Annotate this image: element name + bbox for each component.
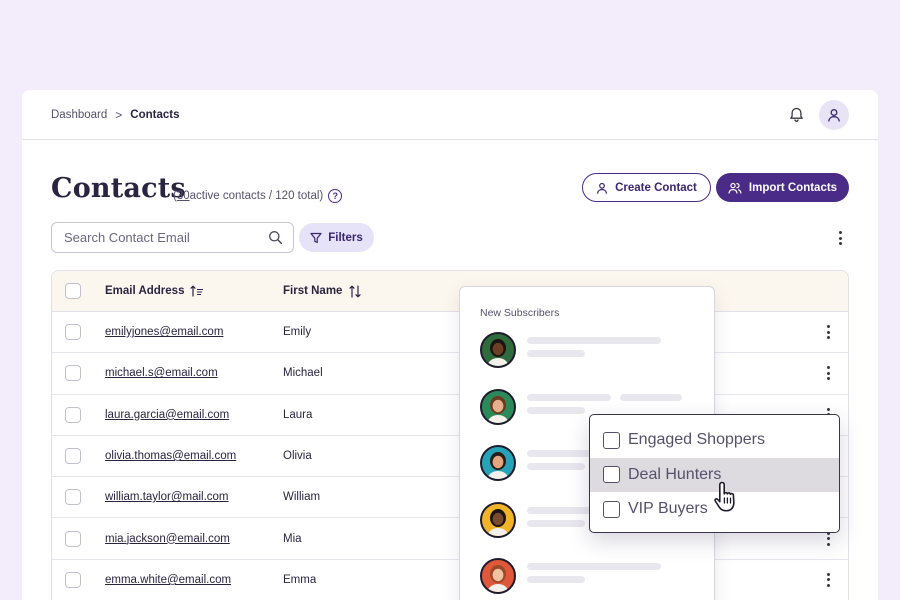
- filters-button[interactable]: Filters: [299, 223, 374, 252]
- first-name-cell: Emily: [283, 326, 312, 339]
- group-label: VIP Buyers: [628, 500, 708, 517]
- create-contact-label: Create Contact: [615, 181, 697, 194]
- email-link[interactable]: mia.jackson@email.com: [105, 533, 230, 545]
- row-checkbox[interactable]: [65, 530, 81, 547]
- first-name-cell: Michael: [283, 367, 323, 380]
- subscribers-title: New Subscribers: [480, 307, 560, 319]
- row-more-icon[interactable]: [823, 531, 833, 547]
- placeholder-bar: [527, 519, 585, 527]
- bell-icon[interactable]: [787, 106, 805, 124]
- table-row[interactable]: emilyjones@email.com Emily: [52, 312, 848, 354]
- subscriber-item: [480, 332, 700, 372]
- group-checkbox[interactable]: [603, 500, 620, 518]
- email-link[interactable]: laura.garcia@email.com: [105, 409, 229, 421]
- user-icon: [597, 182, 608, 194]
- placeholder-bar: [527, 393, 611, 401]
- profile-button[interactable]: [819, 99, 849, 130]
- breadcrumb-dashboard[interactable]: Dashboard: [51, 109, 107, 121]
- active-count-link[interactable]: 30: [177, 190, 190, 202]
- top-bar: Dashboard > Contacts: [22, 90, 878, 140]
- breadcrumb-separator: >: [115, 107, 123, 122]
- subscriber-item: [480, 558, 700, 598]
- group-checkbox[interactable]: [603, 431, 620, 449]
- filter-icon: [310, 232, 322, 243]
- row-checkbox[interactable]: [65, 406, 81, 423]
- first-name-cell: Laura: [283, 408, 313, 421]
- placeholder-bar: [620, 393, 682, 401]
- group-option[interactable]: Engaged Shoppers: [590, 423, 839, 457]
- sort-asc-icon[interactable]: [190, 285, 204, 297]
- first-name-cell: Emma: [283, 573, 317, 586]
- avatar: [480, 445, 516, 481]
- group-checkbox[interactable]: [603, 466, 620, 483]
- group-label: Engaged Shoppers: [628, 431, 765, 448]
- first-name-cell: Mia: [283, 532, 302, 545]
- email-link[interactable]: olivia.thomas@email.com: [105, 450, 236, 462]
- pointer-cursor-icon: [714, 481, 735, 512]
- row-checkbox[interactable]: [65, 571, 81, 588]
- import-contacts-button[interactable]: Import Contacts: [716, 173, 849, 202]
- email-link[interactable]: william.taylor@mail.com: [105, 491, 229, 503]
- placeholder-bar: [527, 337, 661, 344]
- import-contacts-label: Import Contacts: [748, 181, 838, 194]
- filters-label: Filters: [328, 231, 363, 244]
- create-contact-button[interactable]: Create Contact: [582, 173, 711, 202]
- row-checkbox[interactable]: [65, 365, 81, 382]
- contact-count: (30 active contacts / 120 total) ?: [173, 189, 343, 203]
- avatar: [480, 558, 516, 594]
- help-icon[interactable]: ?: [328, 189, 343, 203]
- email-link[interactable]: michael.s@email.com: [105, 367, 218, 379]
- breadcrumb-contacts: Contacts: [130, 108, 180, 121]
- placeholder-bar: [527, 350, 585, 357]
- search-icon[interactable]: [268, 230, 283, 245]
- row-checkbox[interactable]: [65, 448, 81, 465]
- table-header: Email Address First Name: [52, 271, 848, 312]
- users-icon: [728, 182, 742, 194]
- avatar: [480, 501, 516, 538]
- table-row[interactable]: emma.white@email.com Emma: [52, 559, 848, 600]
- count-suffix: active contacts / 120 total): [189, 190, 324, 202]
- avatar: [480, 388, 516, 425]
- page-title: Contacts: [51, 173, 186, 204]
- first-name-cell: William: [283, 491, 321, 504]
- placeholder-bar: [527, 406, 585, 414]
- search-box: [51, 222, 294, 253]
- select-all-checkbox[interactable]: [65, 283, 81, 299]
- placeholder-bar: [527, 576, 585, 583]
- row-more-icon[interactable]: [823, 572, 833, 588]
- breadcrumb: Dashboard > Contacts: [51, 108, 179, 122]
- avatar: [480, 332, 516, 368]
- first-name-cell: Olivia: [283, 450, 312, 463]
- search-input[interactable]: [64, 230, 268, 245]
- email-link[interactable]: emma.white@email.com: [105, 574, 231, 586]
- table-row[interactable]: michael.s@email.com Michael: [52, 353, 848, 395]
- row-checkbox[interactable]: [65, 489, 81, 506]
- placeholder-bar: [527, 563, 661, 570]
- row-more-icon[interactable]: [823, 365, 833, 381]
- row-checkbox[interactable]: [65, 324, 81, 341]
- email-link[interactable]: emilyjones@email.com: [105, 326, 223, 338]
- column-email: Email Address: [105, 285, 185, 297]
- column-first-name: First Name: [283, 285, 343, 297]
- group-label: Deal Hunters: [628, 465, 722, 483]
- more-options-icon[interactable]: [835, 230, 845, 246]
- sort-icon[interactable]: [348, 284, 362, 298]
- row-more-icon[interactable]: [823, 324, 833, 340]
- placeholder-bar: [527, 463, 585, 470]
- user-icon: [828, 108, 840, 122]
